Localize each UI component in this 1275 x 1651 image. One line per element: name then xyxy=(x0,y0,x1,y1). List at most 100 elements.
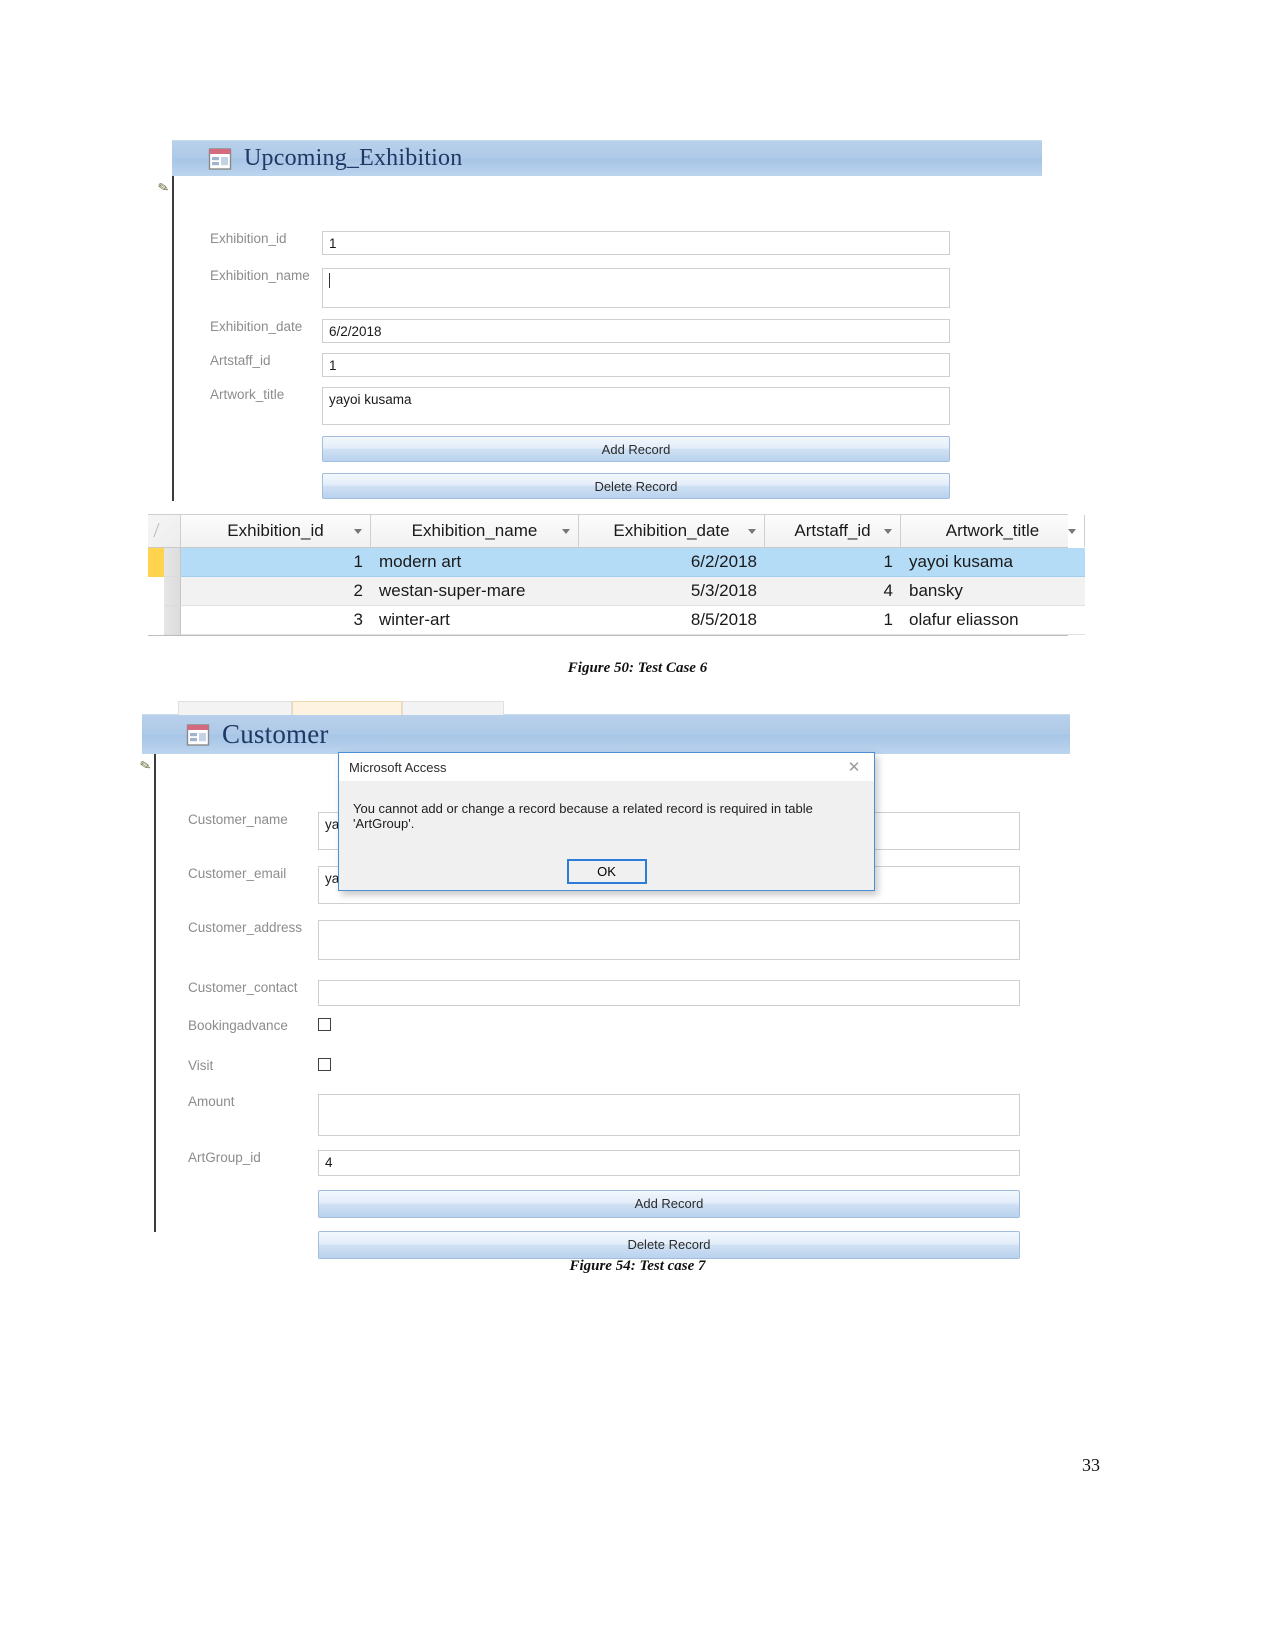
checkbox-bookingadvance[interactable] xyxy=(318,1018,331,1031)
field-label-exhibition-id: Exhibition_id xyxy=(210,231,287,246)
field-label-artstaff-id: Artstaff_id xyxy=(210,353,271,368)
delete-record-button[interactable]: Delete Record xyxy=(318,1231,1020,1259)
row-header[interactable] xyxy=(164,606,181,635)
figure-caption-50: Figure 50: Test Case 6 xyxy=(567,660,708,676)
column-header-exhibition-date[interactable]: Exhibition_date xyxy=(579,515,765,547)
text-caret xyxy=(329,273,330,288)
tab-inactive-2[interactable] xyxy=(402,701,504,715)
cell-exhibition-date[interactable]: 8/5/2018 xyxy=(579,606,765,635)
column-header-exhibition-name[interactable]: Exhibition_name xyxy=(371,515,579,547)
input-amount[interactable] xyxy=(318,1094,1020,1136)
cell-exhibition-name[interactable]: winter-art xyxy=(371,606,579,635)
field-exhibition-name: Exhibition_name xyxy=(210,268,950,308)
field-label-customer-name: Customer_name xyxy=(188,812,288,827)
row-selector[interactable] xyxy=(148,577,164,606)
dialog-title-bar: Microsoft Access ✕ xyxy=(339,753,874,781)
add-record-button[interactable]: Add Record xyxy=(322,436,950,462)
field-artwork-title: Artwork_title yayoi kusama xyxy=(210,387,950,425)
ok-button[interactable]: OK xyxy=(566,859,647,884)
cell-artstaff-id[interactable]: 1 xyxy=(765,606,901,635)
field-label-exhibition-name: Exhibition_name xyxy=(210,268,310,283)
chevron-down-icon xyxy=(354,529,362,534)
field-label-artwork-title: Artwork_title xyxy=(210,387,285,402)
table-row[interactable]: 2 westan-super-mare 5/3/2018 4 bansky xyxy=(148,577,1085,606)
dialog-title: Microsoft Access xyxy=(349,759,447,775)
record-pencil-icon: ✎ xyxy=(138,757,153,774)
field-label-amount: Amount xyxy=(188,1094,235,1109)
form-view-icon xyxy=(208,147,232,170)
cell-exhibition-name[interactable]: modern art xyxy=(371,548,579,577)
field-customer-address: Customer_address xyxy=(188,920,1020,960)
table-row[interactable]: 1 modern art 6/2/2018 1 yayoi kusama xyxy=(148,548,1085,577)
cell-exhibition-id[interactable]: 2 xyxy=(181,577,371,606)
cell-exhibition-id[interactable]: 3 xyxy=(181,606,371,635)
row-header[interactable] xyxy=(164,577,181,606)
field-exhibition-id: Exhibition_id 1 xyxy=(210,231,950,255)
select-all-corner[interactable] xyxy=(148,515,181,547)
add-record-button[interactable]: Add Record xyxy=(318,1190,1020,1218)
input-artgroup-id[interactable]: 4 xyxy=(318,1150,1020,1176)
row-selector[interactable] xyxy=(148,606,164,635)
exhibition-datasheet: Exhibition_id Exhibition_name Exhibition… xyxy=(148,514,1085,636)
column-header-artstaff-id[interactable]: Artstaff_id xyxy=(765,515,901,547)
cell-exhibition-date[interactable]: 5/3/2018 xyxy=(579,577,765,606)
column-header-artwork-title[interactable]: Artwork_title xyxy=(901,515,1085,547)
page-number: 33 xyxy=(1082,1455,1100,1475)
cell-exhibition-id[interactable]: 1 xyxy=(181,548,371,577)
delete-record-button[interactable]: Delete Record xyxy=(322,473,950,499)
field-exhibition-date: Exhibition_date 6/2/2018 xyxy=(210,319,950,343)
chevron-down-icon xyxy=(562,529,570,534)
tab-inactive-1[interactable] xyxy=(178,701,292,715)
datasheet-header-row: Exhibition_id Exhibition_name Exhibition… xyxy=(148,515,1085,548)
form-header-upcoming-exhibition: Upcoming_Exhibition xyxy=(172,140,1042,176)
dialog-message: You cannot add or change a record becaus… xyxy=(353,801,813,831)
figure-caption-54: Figure 54: Test case 7 xyxy=(569,1258,706,1274)
field-label-customer-contact: Customer_contact xyxy=(188,980,298,995)
chevron-down-icon xyxy=(884,529,892,534)
cell-artstaff-id[interactable]: 1 xyxy=(765,548,901,577)
cell-exhibition-date[interactable]: 6/2/2018 xyxy=(579,548,765,577)
field-bookingadvance: Bookingadvance xyxy=(188,1018,331,1034)
field-label-artgroup-id: ArtGroup_id xyxy=(188,1150,261,1165)
record-pencil-icon: ✎ xyxy=(156,179,171,196)
input-customer-address[interactable] xyxy=(318,920,1020,960)
input-customer-contact[interactable] xyxy=(318,980,1020,1006)
field-amount: Amount xyxy=(188,1094,1020,1136)
close-icon[interactable]: ✕ xyxy=(840,760,868,775)
cell-artstaff-id[interactable]: 4 xyxy=(765,577,901,606)
form-body-upcoming-exhibition: ✎ Exhibition_id 1 Exhibition_name Exhibi… xyxy=(156,176,1042,501)
field-customer-contact: Customer_contact xyxy=(188,980,1020,1006)
dialog-button-row: OK xyxy=(339,859,874,884)
table-row[interactable]: 3 winter-art 8/5/2018 1 olafur eliasson xyxy=(148,606,1085,635)
upcoming-exhibition-form: Upcoming_Exhibition ✎ Exhibition_id 1 Ex… xyxy=(156,140,1042,501)
field-label-visit: Visit xyxy=(188,1058,214,1073)
cell-artwork-title[interactable]: yayoi kusama xyxy=(901,548,1085,577)
column-header-exhibition-id[interactable]: Exhibition_id xyxy=(181,515,371,547)
row-header[interactable] xyxy=(164,548,181,577)
input-artwork-title[interactable]: yayoi kusama xyxy=(322,387,950,425)
input-exhibition-id[interactable]: 1 xyxy=(322,231,950,255)
form-title: Upcoming_Exhibition xyxy=(244,145,463,171)
field-visit: Visit xyxy=(188,1058,331,1074)
form-view-icon xyxy=(186,723,210,746)
input-exhibition-name[interactable] xyxy=(322,268,950,308)
field-artstaff-id: Artstaff_id 1 xyxy=(210,353,950,377)
document-page: Upcoming_Exhibition ✎ Exhibition_id 1 Ex… xyxy=(0,0,1275,1651)
form-title: Customer xyxy=(222,719,329,749)
cell-artwork-title[interactable]: olafur eliasson xyxy=(901,606,1085,635)
field-label-exhibition-date: Exhibition_date xyxy=(210,319,303,334)
microsoft-access-dialog: Microsoft Access ✕ You cannot add or cha… xyxy=(338,752,875,891)
cell-exhibition-name[interactable]: westan-super-mare xyxy=(371,577,579,606)
input-exhibition-date[interactable]: 6/2/2018 xyxy=(322,319,950,343)
form-header-customer: Customer xyxy=(142,714,1070,754)
field-label-customer-address: Customer_address xyxy=(188,920,303,935)
cell-artwork-title[interactable]: bansky xyxy=(901,577,1085,606)
tab-strip xyxy=(142,698,1070,715)
field-artgroup-id: ArtGroup_id 4 xyxy=(188,1150,1020,1176)
checkbox-visit[interactable] xyxy=(318,1058,331,1071)
input-artstaff-id[interactable]: 1 xyxy=(322,353,950,377)
field-label-customer-email: Customer_email xyxy=(188,866,287,881)
row-selector[interactable] xyxy=(148,548,164,577)
field-label-bookingadvance: Bookingadvance xyxy=(188,1018,288,1033)
tab-active[interactable] xyxy=(292,701,402,715)
